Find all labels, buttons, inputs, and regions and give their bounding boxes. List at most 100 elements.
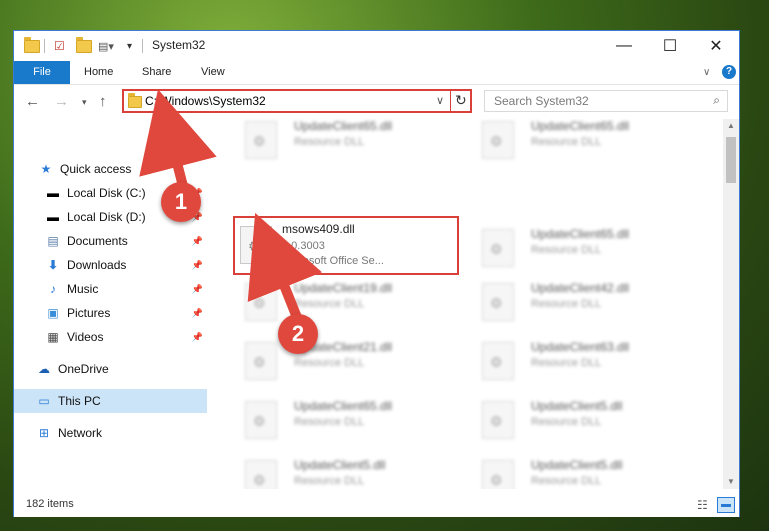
music-icon: ♪ [50, 282, 56, 296]
maximize-button[interactable]: ☐ [647, 31, 693, 61]
properties-icon[interactable]: ☑ [54, 37, 65, 55]
vertical-scrollbar[interactable]: ▲ ▼ [723, 119, 739, 489]
expand-ribbon-icon[interactable]: ∨ [703, 61, 710, 84]
scroll-down-icon[interactable]: ▼ [727, 477, 735, 486]
pin-icon[interactable]: 📌 [192, 308, 203, 319]
recent-locations-button[interactable]: ▾ [82, 97, 87, 108]
pin-icon[interactable]: 📌 [192, 260, 203, 271]
dll-file-icon [245, 283, 277, 321]
pin-icon[interactable]: 📌 [192, 236, 203, 247]
sidebar-item-label: Network [58, 426, 103, 440]
search-box[interactable]: Search System32 ⌕ [484, 90, 728, 112]
list-item[interactable]: UpdateClient19.dll Resource DLL [233, 273, 463, 329]
dll-file-icon [245, 460, 277, 489]
chevron-down-icon[interactable]: ∨ [436, 94, 444, 107]
sidebar-item-documents[interactable]: ▤ Documents 📌 [14, 229, 207, 253]
file-name: UpdateClient65.dll [531, 227, 630, 241]
back-button[interactable]: ← [25, 93, 40, 110]
list-item[interactable]: UpdateClient42.dll Resource DLL [470, 273, 700, 329]
list-item[interactable]: UpdateClient21.dll Resource DLL [233, 332, 463, 388]
sidebar-item-downloads[interactable]: ⬇ Downloads 📌 [14, 253, 207, 277]
address-bar[interactable]: C:\Windows\System32 ∨ ↻ [122, 89, 472, 113]
list-item[interactable]: UpdateClient65.dll Resource DLL [470, 219, 700, 275]
customize-quick-access-icon[interactable]: ▤▾ [98, 37, 114, 55]
picture-icon: ▣ [47, 306, 59, 320]
scroll-thumb[interactable] [726, 137, 736, 183]
folder-icon [24, 36, 40, 55]
minimize-button[interactable]: — [601, 31, 647, 61]
tiles-view-icon[interactable]: ▬ [717, 497, 735, 513]
file-type: Resource DLL [531, 475, 602, 487]
sidebar-item-label: Videos [67, 330, 104, 344]
file-name: UpdateClient65.dll [294, 399, 393, 413]
file-name: UpdateClient5.dll [531, 399, 623, 413]
file-name: msows409.dll [282, 222, 355, 236]
file-type: Resource DLL [531, 357, 602, 369]
dll-file-icon [482, 283, 514, 321]
close-button[interactable]: ✕ [693, 31, 739, 61]
file-type: Resource DLL [531, 244, 602, 256]
network-icon: ⊞ [38, 426, 50, 440]
list-item[interactable]: UpdateClient5.dll Resource DLL [470, 391, 700, 447]
dll-file-icon [245, 121, 277, 159]
chevron-down-icon[interactable]: ▾ [127, 37, 132, 55]
list-item[interactable]: UpdateClient65.dll Resource DLL [233, 391, 463, 447]
step-2-badge: 2 [278, 314, 318, 354]
sidebar-item-label: Local Disk (D:) [67, 210, 146, 224]
sidebar-item-network[interactable]: ⊞ Network [14, 421, 207, 445]
file-name: UpdateClient63.dll [531, 340, 630, 354]
document-icon: ▤ [47, 234, 59, 248]
scroll-up-icon[interactable]: ▲ [727, 121, 735, 130]
video-icon: ▦ [47, 330, 59, 344]
sidebar-item-label: Quick access [60, 162, 132, 176]
pin-icon[interactable]: 📌 [192, 284, 203, 295]
tab-view[interactable]: View [201, 61, 225, 84]
list-item[interactable]: UpdateClient5.dll Resource DLL [470, 450, 700, 489]
list-item[interactable]: UpdateClient65.dll Resource DLL [470, 119, 700, 167]
star-icon: ★ [40, 162, 52, 176]
sidebar-item-onedrive[interactable]: ☁ OneDrive [14, 357, 207, 381]
tab-share[interactable]: Share [142, 61, 171, 84]
forward-button[interactable]: → [54, 93, 69, 110]
file-type: Resource DLL [294, 357, 365, 369]
list-item[interactable]: UpdateClient65.dll Resource DLL [233, 119, 463, 167]
details-view-icon[interactable]: ☷ [697, 498, 708, 512]
address-path: C:\Windows\System32 [145, 94, 266, 108]
new-folder-icon[interactable] [76, 36, 92, 55]
list-item-selected[interactable]: msows409.dll 9.0.3003 Microsoft Office S… [233, 216, 459, 275]
file-name: UpdateClient42.dll [531, 281, 630, 295]
cloud-icon: ☁ [38, 362, 50, 376]
search-icon[interactable]: ⌕ [713, 93, 720, 108]
sidebar-item-music[interactable]: ♪ Music 📌 [14, 277, 207, 301]
sidebar-item-this-pc[interactable]: ▭ This PC [14, 389, 207, 413]
dll-file-icon [482, 401, 514, 439]
help-icon[interactable]: ? [722, 65, 736, 79]
pin-icon[interactable]: 📌 [192, 332, 203, 343]
download-icon: ⬇ [47, 258, 59, 272]
list-item[interactable]: UpdateClient63.dll Resource DLL [470, 332, 700, 388]
sidebar-item-label: This PC [58, 394, 101, 408]
navigation-pane: ★ Quick access ▬ Local Disk (C:) 📌 ▬ Loc… [14, 119, 207, 489]
sidebar-item-pictures[interactable]: ▣ Pictures 📌 [14, 301, 207, 325]
tab-file[interactable]: File [14, 61, 70, 84]
sidebar-item-quick-access[interactable]: ★ Quick access [14, 157, 207, 181]
file-name: UpdateClient5.dll [531, 458, 623, 472]
separator [142, 37, 143, 55]
file-name: UpdateClient19.dll [294, 281, 393, 295]
up-button[interactable]: ↑ [99, 93, 107, 110]
file-name: UpdateClient5.dll [294, 458, 386, 472]
separator [44, 37, 45, 55]
search-input[interactable]: Search System32 [494, 94, 589, 108]
dll-file-icon [482, 121, 514, 159]
dll-file-icon [245, 401, 277, 439]
sidebar-item-label: Documents [67, 234, 128, 248]
dll-file-icon [240, 226, 272, 264]
drive-icon: ▬ [47, 210, 59, 224]
sidebar-item-videos[interactable]: ▦ Videos 📌 [14, 325, 207, 349]
sidebar-item-label: OneDrive [58, 362, 109, 376]
sidebar-item-label: Music [67, 282, 99, 296]
tab-home[interactable]: Home [84, 61, 113, 84]
item-count: 182 items [26, 498, 74, 510]
refresh-icon[interactable]: ↻ [455, 92, 467, 109]
list-item[interactable]: UpdateClient5.dll Resource DLL [233, 450, 463, 489]
